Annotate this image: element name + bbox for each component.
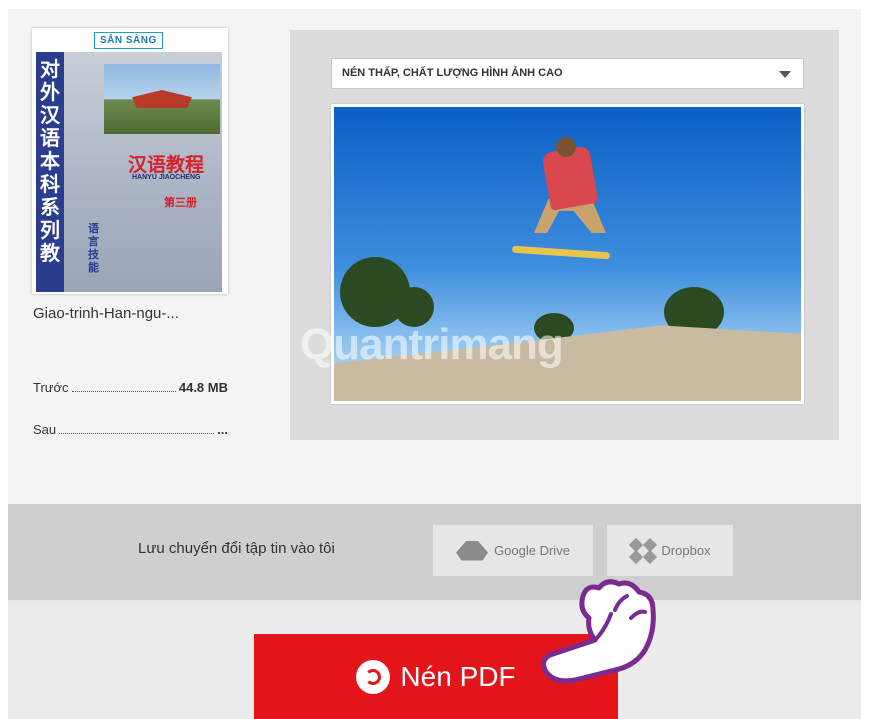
google-drive-label: Google Drive: [494, 543, 570, 558]
compression-level-select[interactable]: NÉN THẤP, CHẤT LƯỢNG HÌNH ẢNH CAO: [331, 58, 804, 89]
cover-subtitle: HANYU JIAOCHENG: [132, 174, 201, 181]
pointing-hand-icon: [541, 579, 656, 684]
google-drive-button[interactable]: Google Drive: [433, 525, 593, 576]
size-before-value: 44.8 MB: [178, 380, 228, 395]
size-before-label: Trước: [33, 380, 69, 395]
chevron-down-icon: [779, 71, 791, 78]
file-thumbnail: SẴN SÀNG 对 外 汉 语 本 科 系 列 教 汉语教程 HANYU JI…: [32, 28, 228, 294]
watermark-text: Quantrimang: [300, 320, 564, 369]
size-after-value: ...: [217, 422, 228, 437]
sync-icon: [356, 659, 391, 694]
dropbox-icon: [629, 537, 659, 564]
save-to-label: Lưu chuyển đổi tập tin vào tôi: [138, 540, 335, 557]
size-before: Trước 44.8 MB: [33, 380, 228, 395]
status-badge: SẴN SÀNG: [94, 32, 163, 49]
file-name: Giao-trinh-Han-ngu-...: [33, 305, 179, 322]
cover-volume: 第三册: [164, 196, 197, 209]
size-after-label: Sau: [33, 422, 57, 437]
book-cover-image: 对 外 汉 语 本 科 系 列 教 汉语教程 HANYU JIAOCHENG 第…: [36, 52, 222, 292]
cover-title: 汉语教程: [128, 154, 205, 176]
compression-level-value: NÉN THẤP, CHẤT LƯỢNG HÌNH ẢNH CAO: [342, 67, 563, 79]
compress-pdf-label: Nén PDF: [400, 660, 516, 692]
dropbox-label: Dropbox: [661, 543, 711, 558]
dropbox-button[interactable]: Dropbox: [607, 525, 733, 576]
google-drive-icon: [456, 540, 489, 561]
cover-side-text: 语 言 技 能: [88, 222, 99, 274]
skateboard: [511, 245, 611, 260]
cover-vertical-title: 对 外 汉 语 本 科 系 列 教: [40, 57, 60, 265]
size-after: Sau ...: [33, 422, 228, 437]
